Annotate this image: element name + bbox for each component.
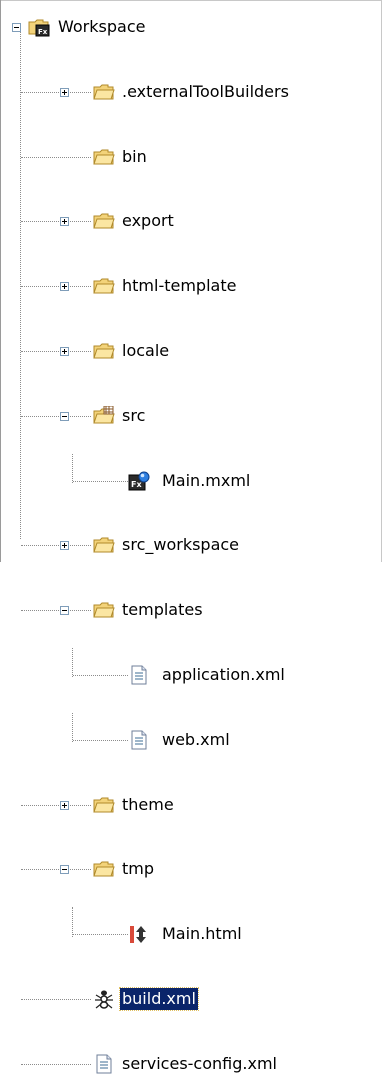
tree-connector-line	[73, 675, 128, 676]
tree-root[interactable]: Fx Workspace	[0, 7, 382, 39]
collapse-toggle[interactable]	[60, 865, 69, 875]
tree-label-application-xml: application.xml	[162, 665, 285, 684]
tree-label-theme: theme	[122, 794, 174, 814]
tree-item[interactable]: services-config.xml	[0, 525, 382, 1074]
folder-icon	[93, 795, 115, 815]
tree-item[interactable]: export	[0, 104, 382, 230]
tree-label-main-html: Main.html	[162, 924, 242, 944]
toggle-minus-bar	[62, 869, 67, 871]
xml-file-icon	[128, 665, 150, 685]
tree-label-tmp: tmp	[122, 859, 155, 879]
tree-label-build-xml: build.xml	[119, 987, 199, 1011]
tree-item[interactable]: src	[0, 201, 382, 425]
tree-connector-line	[21, 869, 91, 871]
tree-connector-line	[72, 712, 73, 743]
collapse-toggle[interactable]	[12, 23, 21, 32]
xml-file-icon	[93, 1054, 115, 1074]
xml-file-icon	[128, 730, 150, 750]
tree-connector-line	[21, 804, 91, 806]
toggle-minus-bar	[62, 610, 67, 612]
tree-item[interactable]: src_workspace	[0, 266, 382, 554]
tree-item[interactable]: locale	[0, 169, 382, 360]
toggle-plus-bar	[64, 802, 65, 808]
tree-item[interactable]: theme	[0, 396, 382, 814]
tree-connector-line	[72, 907, 73, 937]
toggle-minus-bar	[14, 27, 19, 28]
folder-icon	[93, 600, 115, 620]
tree-connector-line	[72, 648, 73, 678]
collapse-toggle[interactable]	[60, 606, 69, 616]
tree-label-templates: templates	[122, 600, 203, 620]
tree-connector-line	[21, 610, 91, 612]
tree-label-services-config-xml: services-config.xml	[122, 1053, 277, 1073]
expand-toggle[interactable]	[60, 800, 69, 810]
tree-item[interactable]: tmp	[0, 428, 382, 878]
tree-item[interactable]: html-template	[0, 137, 382, 295]
tree-connector-line	[73, 739, 128, 741]
ant-build-file-icon	[93, 989, 115, 1009]
tree-item[interactable]: templates	[0, 299, 382, 619]
tree-connector-line	[21, 999, 91, 1000]
flex-project-icon: Fx	[28, 17, 50, 37]
tree-child-item[interactable]: Fx Main.mxml	[0, 234, 382, 491]
tree-connector-line	[21, 1063, 91, 1065]
tree-child-item[interactable]: web.xml	[0, 363, 382, 750]
tree-frame-top	[0, 0, 382, 1]
tree-connector-line	[73, 934, 128, 936]
tree-item[interactable]: build.xml	[0, 493, 382, 1011]
tree-item[interactable]: .externalToolBuilders	[0, 39, 382, 101]
tree-item[interactable]: bin	[0, 72, 382, 166]
svg-text:Fx: Fx	[38, 28, 48, 36]
tree-label-workspace: Workspace	[58, 17, 146, 36]
tree-child-item[interactable]: Main.html	[0, 461, 382, 944]
html-file-icon	[128, 924, 150, 944]
folder-icon	[93, 859, 115, 879]
tree-child-item[interactable]: application.xml	[0, 331, 382, 685]
tree-label-web-xml: web.xml	[162, 729, 230, 749]
